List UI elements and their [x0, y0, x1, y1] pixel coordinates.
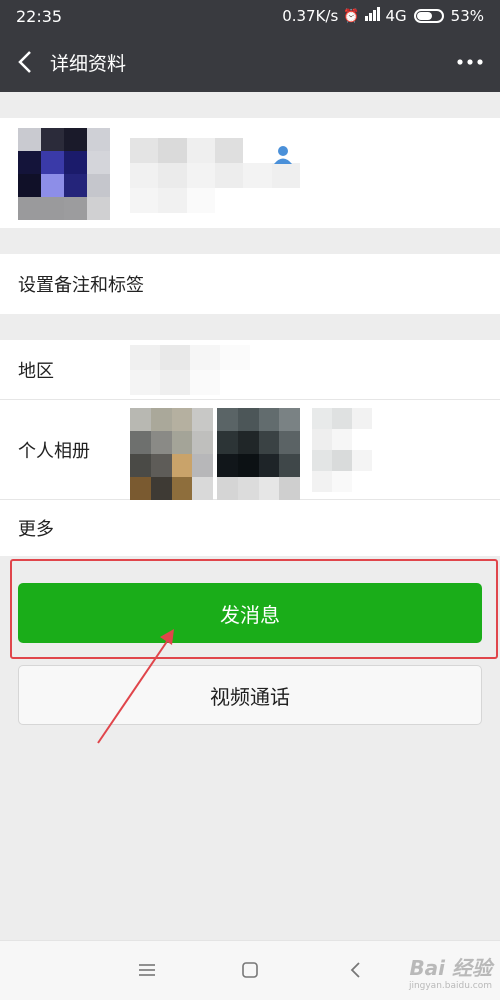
send-message-button[interactable]: 发消息 [18, 583, 482, 643]
region-label: 地区 [18, 360, 54, 382]
page-title: 详细资料 [50, 52, 127, 75]
arrow-annotation-icon [97, 629, 174, 744]
signal-icon [364, 7, 381, 25]
set-remark-label: 设置备注和标签 [18, 275, 144, 296]
alarm-icon: ⏰ [343, 8, 360, 24]
net-speed: 0.37K/s [282, 7, 339, 25]
baidu-jingyan-watermark: Bai 经验 jingyan.baidu.com [372, 949, 492, 993]
moments-photo [130, 408, 213, 500]
back-arrow-icon[interactable] [0, 32, 50, 92]
moments-row[interactable]: 个人相册 [0, 400, 500, 500]
set-remark-row[interactable]: 设置备注和标签 [0, 254, 500, 314]
status-time: 22:35 [16, 6, 63, 26]
home-icon[interactable] [235, 955, 265, 985]
watermark-sub: jingyan.baidu.com [408, 980, 492, 991]
moments-label: 个人相册 [18, 440, 90, 462]
profile-card [0, 118, 500, 228]
system-nav-bar: Bai 经验 jingyan.baidu.com [0, 940, 500, 1000]
battery-percent: 53% [450, 7, 484, 25]
title-bar: 详细资料 [0, 32, 500, 92]
avatar [18, 128, 110, 220]
moments-photos [130, 408, 300, 500]
region-row: 地区 [0, 340, 500, 400]
video-call-button[interactable]: 视频通话 [18, 665, 482, 725]
battery-icon [413, 9, 444, 23]
moments-photo [217, 408, 300, 500]
moments-redacted [312, 408, 372, 492]
watermark-main: Bai 经验 [409, 955, 492, 980]
more-row[interactable]: 更多 [0, 500, 500, 556]
more-options-icon[interactable] [440, 32, 500, 92]
user-icon [270, 142, 296, 168]
more-label: 更多 [18, 519, 54, 540]
back-nav-icon[interactable] [340, 955, 370, 985]
menu-icon[interactable] [132, 955, 162, 985]
region-value-redacted [130, 345, 250, 395]
status-bar: 22:35 0.37K/s ⏰ 4G 53% [0, 0, 500, 32]
network-type: 4G [385, 7, 407, 25]
